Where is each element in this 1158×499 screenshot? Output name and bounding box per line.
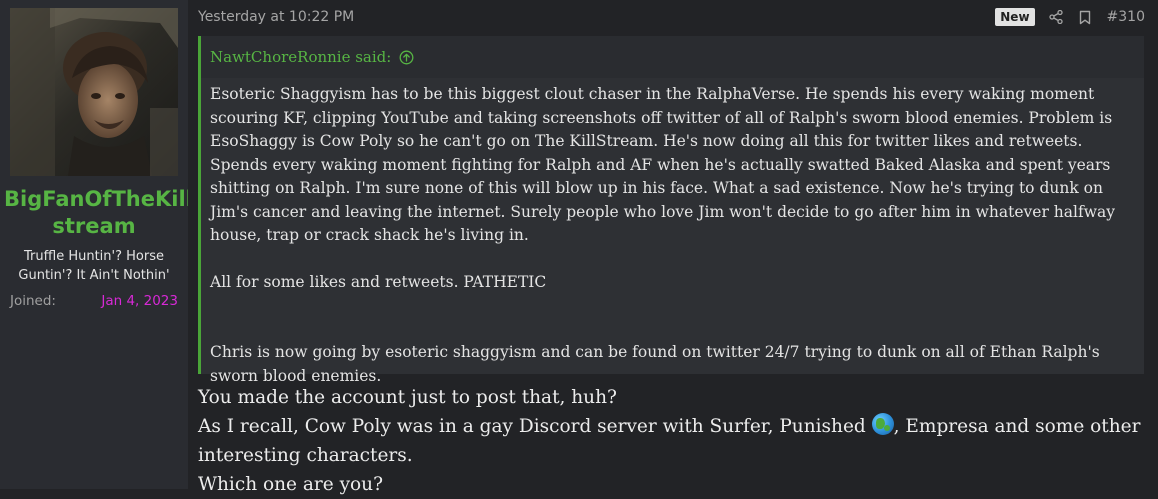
- reply-line: As I recall, Cow Poly was in a gay Disco…: [198, 412, 1148, 470]
- username-line: stream: [52, 214, 136, 238]
- user-avatar[interactable]: [10, 8, 178, 176]
- arrow-up-circle-icon[interactable]: [399, 50, 414, 65]
- user-title-line: Guntin'? It Ain't Nothin': [18, 268, 170, 283]
- post-body: Yesterday at 10:22 PM New #310 NawtChore…: [188, 0, 1158, 495]
- quote-paragraph: All for some likes and retweets. PATHETI…: [210, 272, 547, 291]
- post-timestamp[interactable]: Yesterday at 10:22 PM: [198, 9, 354, 25]
- share-icon[interactable]: [1048, 10, 1063, 24]
- bookmark-icon[interactable]: [1079, 10, 1091, 25]
- new-badge: New: [995, 8, 1035, 26]
- user-sidebar: BigFanOfTheKill stream Truffle Huntin'? …: [0, 0, 193, 489]
- user-title: Truffle Huntin'? Horse Guntin'? It Ain't…: [4, 247, 184, 285]
- globe-emoji-icon: [871, 413, 894, 435]
- quote-content: Esoteric Shaggyism has to be this bigges…: [201, 78, 1144, 388]
- reply-text: As I recall, Cow Poly was in a gay Disco…: [198, 416, 872, 437]
- post-actions: New #310: [995, 8, 1145, 26]
- reply-line: Which one are you?: [198, 474, 384, 495]
- joined-label: Joined:: [10, 293, 56, 309]
- reply-line: You made the account just to post that, …: [198, 387, 617, 408]
- avatar-image: [10, 8, 178, 176]
- user-title-line: Truffle Huntin'? Horse: [24, 249, 164, 264]
- quote-author[interactable]: NawtChoreRonnie said:: [210, 48, 391, 66]
- post-number[interactable]: #310: [1107, 9, 1145, 25]
- username[interactable]: BigFanOfTheKill stream: [4, 186, 193, 240]
- username-line: BigFanOfTheKill: [4, 187, 193, 211]
- reply-content: You made the account just to post that, …: [198, 383, 1148, 499]
- joined-date: Jan 4, 2023: [101, 293, 178, 309]
- quote-paragraph: Esoteric Shaggyism has to be this bigges…: [210, 85, 1115, 244]
- quote-paragraph: Chris is now going by esoteric shaggyism…: [210, 343, 1100, 385]
- quote-block: NawtChoreRonnie said: Esoteric Shaggyism…: [198, 36, 1144, 385]
- quote-header[interactable]: NawtChoreRonnie said:: [201, 36, 1144, 78]
